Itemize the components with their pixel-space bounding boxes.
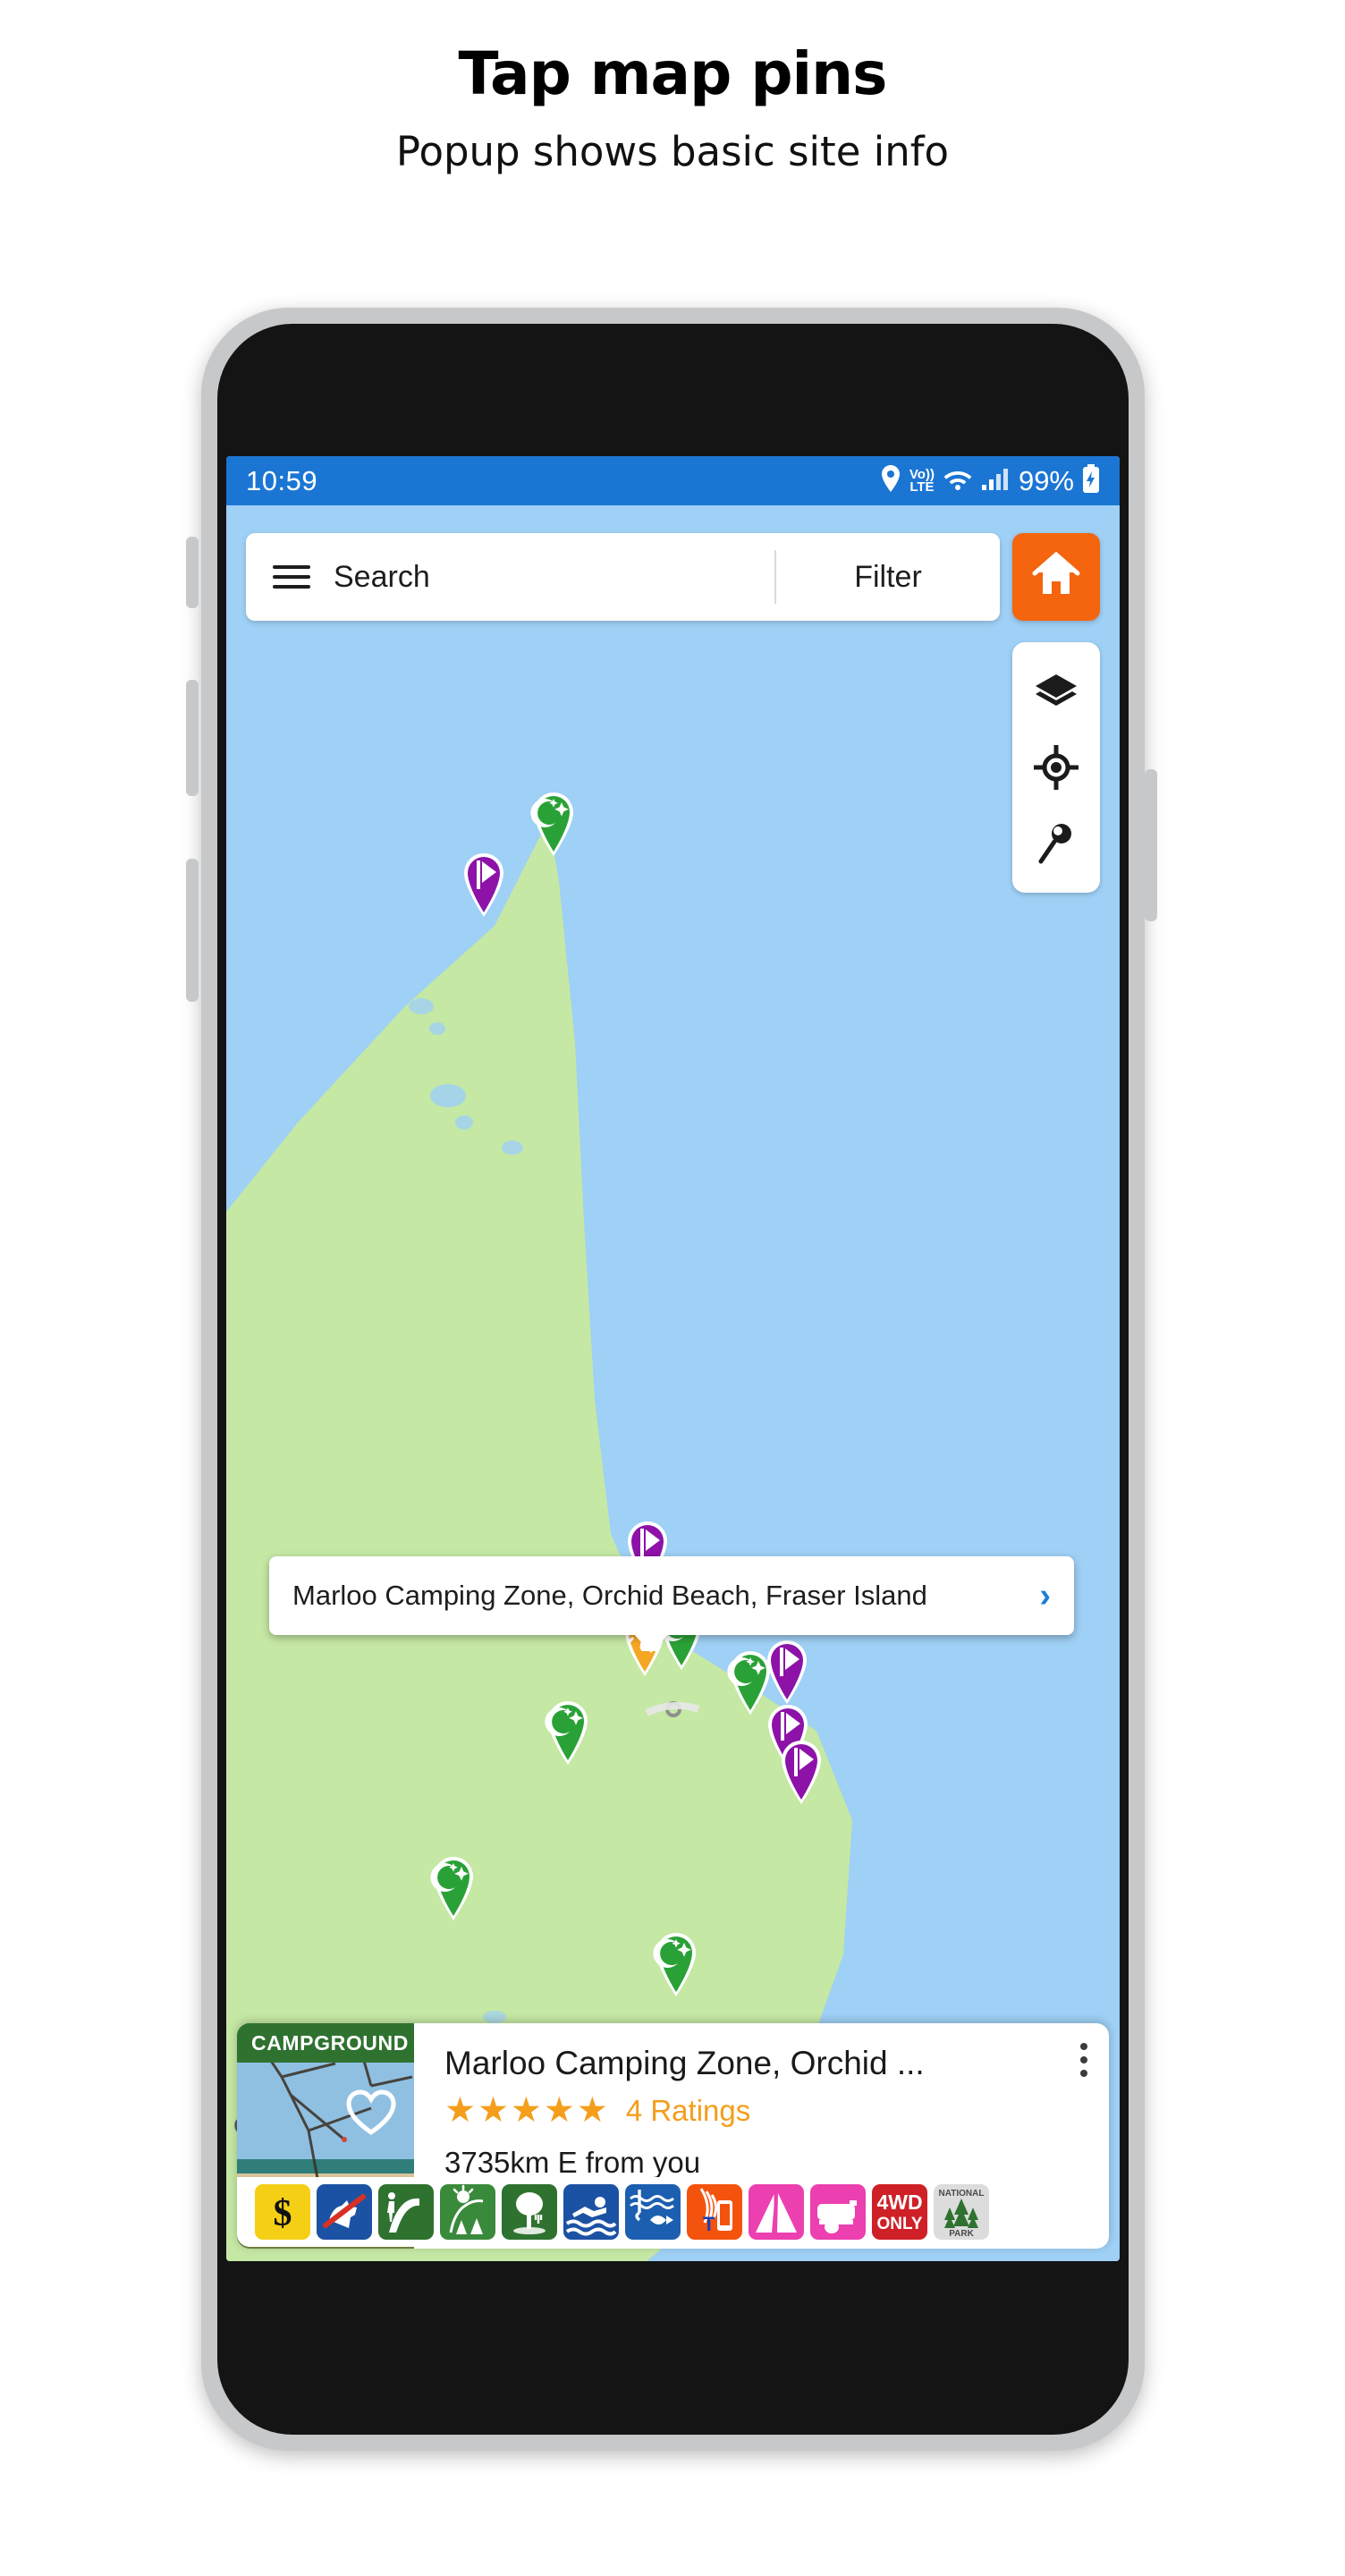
home-icon — [1032, 551, 1080, 603]
wifi-icon — [943, 466, 973, 496]
map-canvas[interactable] — [226, 505, 1120, 2261]
map-pin-camp[interactable] — [540, 1696, 596, 1766]
filter-button[interactable]: Filter — [776, 560, 1000, 595]
layers-icon[interactable] — [1033, 669, 1079, 716]
phone-button-left-lower[interactable] — [186, 859, 199, 1002]
map-controls — [1012, 642, 1100, 893]
chevron-right-icon[interactable]: › — [1039, 1577, 1051, 1615]
map-pin-callout[interactable]: Marloo Camping Zone, Orchid Beach, Frase… — [269, 1556, 1074, 1635]
swimming-icon[interactable] — [563, 2184, 619, 2240]
caravan-icon[interactable] — [810, 2184, 866, 2240]
page-subtitle: Popup shows basic site info — [395, 128, 950, 176]
site-title: Marloo Camping Zone, Orchid ... — [444, 2045, 925, 2081]
screenshot-root: Tap map pins Popup shows basic site info — [0, 0, 1345, 2576]
no-dogs-icon[interactable] — [317, 2184, 372, 2240]
phone-volume-button[interactable] — [186, 680, 199, 796]
4wd-only-icon[interactable]: 4WD ONLY — [872, 2184, 927, 2240]
my-location-icon[interactable] — [1033, 744, 1079, 791]
map-pin-dayuse[interactable] — [456, 848, 512, 918]
svg-text:ONLY: ONLY — [876, 2215, 922, 2233]
kebab-menu-icon[interactable] — [1080, 2043, 1087, 2077]
battery-charging-icon — [1082, 464, 1100, 497]
map-pin-camp[interactable] — [648, 1928, 704, 1997]
search-magnifier-icon[interactable] — [1033, 819, 1079, 866]
status-badge: CAMPGROUND — [237, 2023, 414, 2063]
location-pin-icon — [880, 464, 901, 497]
map-pin-dayuse[interactable] — [759, 1635, 815, 1705]
battery-percent: 99% — [1018, 464, 1074, 496]
phone-power-button[interactable] — [1145, 769, 1157, 921]
map-pin-camp[interactable] — [526, 787, 581, 857]
phone-screen: er Island Marloo Camping Zone, Orchid Be… — [226, 456, 1120, 2261]
status-time: 10:59 — [246, 464, 318, 496]
page-title: Tap map pins — [458, 39, 888, 108]
phone-button-left-top[interactable] — [186, 537, 199, 608]
callout-tail — [633, 1633, 669, 1653]
scenic-view-icon[interactable] — [440, 2184, 495, 2240]
callout-title: Marloo Camping Zone, Orchid Beach, Frase… — [292, 1580, 927, 1611]
rating-row: ★★★★★ 4 Ratings — [444, 2093, 1086, 2128]
ratings-count[interactable]: 4 Ratings — [626, 2094, 750, 2128]
national-park-icon[interactable]: NATIONAL PARK — [934, 2184, 989, 2240]
search-input[interactable]: Search — [334, 560, 774, 595]
svg-text:PARK: PARK — [949, 2229, 974, 2239]
signal-bars-icon — [981, 466, 1008, 496]
svg-text:$: $ — [274, 2193, 292, 2234]
home-button[interactable] — [1012, 533, 1100, 621]
volte-icon: Vo)) LTE — [909, 466, 935, 495]
heart-outline-icon[interactable] — [346, 2089, 396, 2140]
svg-text:4WD: 4WD — [876, 2190, 922, 2214]
search-box[interactable]: Search Filter — [246, 533, 1000, 621]
map-pin-dayuse[interactable] — [774, 1735, 829, 1805]
heading-block: Tap map pins Popup shows basic site info — [0, 0, 1345, 174]
amenity-icon-strip[interactable]: $ T 4WD ONLY NATIONAL PARK — [237, 2177, 1109, 2247]
mobile-signal-icon[interactable]: T — [687, 2184, 742, 2240]
svg-text:T: T — [703, 2213, 715, 2235]
picnic-area-icon[interactable] — [502, 2184, 557, 2240]
svg-text:NATIONAL: NATIONAL — [939, 2189, 985, 2199]
fees-icon[interactable]: $ — [255, 2184, 310, 2240]
status-bar: 10:59 Vo)) LTE 99% — [226, 456, 1120, 505]
search-toolbar: Search Filter — [246, 533, 1100, 621]
map-pin-camp[interactable] — [426, 1852, 481, 1921]
hamburger-menu-icon[interactable] — [273, 565, 310, 589]
fishing-icon[interactable] — [625, 2184, 681, 2240]
tent-camping-icon[interactable] — [749, 2184, 804, 2240]
star-rating: ★★★★★ — [444, 2091, 610, 2130]
status-icons: Vo)) LTE 99% — [880, 464, 1100, 497]
walking-track-icon[interactable] — [378, 2184, 434, 2240]
distance-text: 3735km E from you — [444, 2146, 701, 2179]
